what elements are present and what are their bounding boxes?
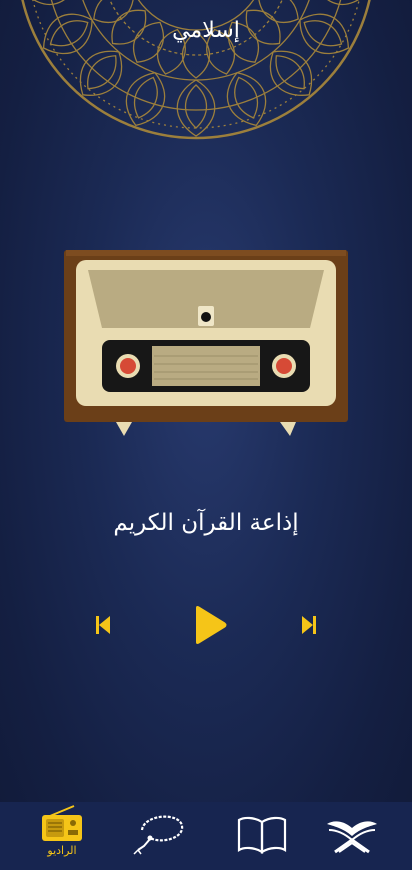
radio-illustration (64, 250, 348, 436)
nav-item-hadith[interactable] (232, 802, 292, 870)
bottom-nav: الراديو (0, 802, 412, 870)
play-icon[interactable] (192, 605, 228, 645)
app-title: إسلامي (172, 18, 240, 43)
nav-item-radio[interactable]: الراديو (30, 802, 94, 870)
open-book-icon (237, 816, 287, 854)
station-name: إذاعة القرآن الكريم (113, 510, 299, 536)
player-controls (0, 600, 412, 650)
nav-label-radio: الراديو (47, 844, 77, 857)
nav-item-quran[interactable] (322, 802, 382, 870)
skip-next-icon[interactable] (300, 613, 318, 637)
radio-icon (42, 805, 82, 841)
tasbeeh-icon (133, 815, 184, 855)
skip-previous-icon[interactable] (94, 613, 112, 637)
nav-item-tasbeeh[interactable] (130, 802, 190, 870)
quran-icon (327, 821, 377, 854)
